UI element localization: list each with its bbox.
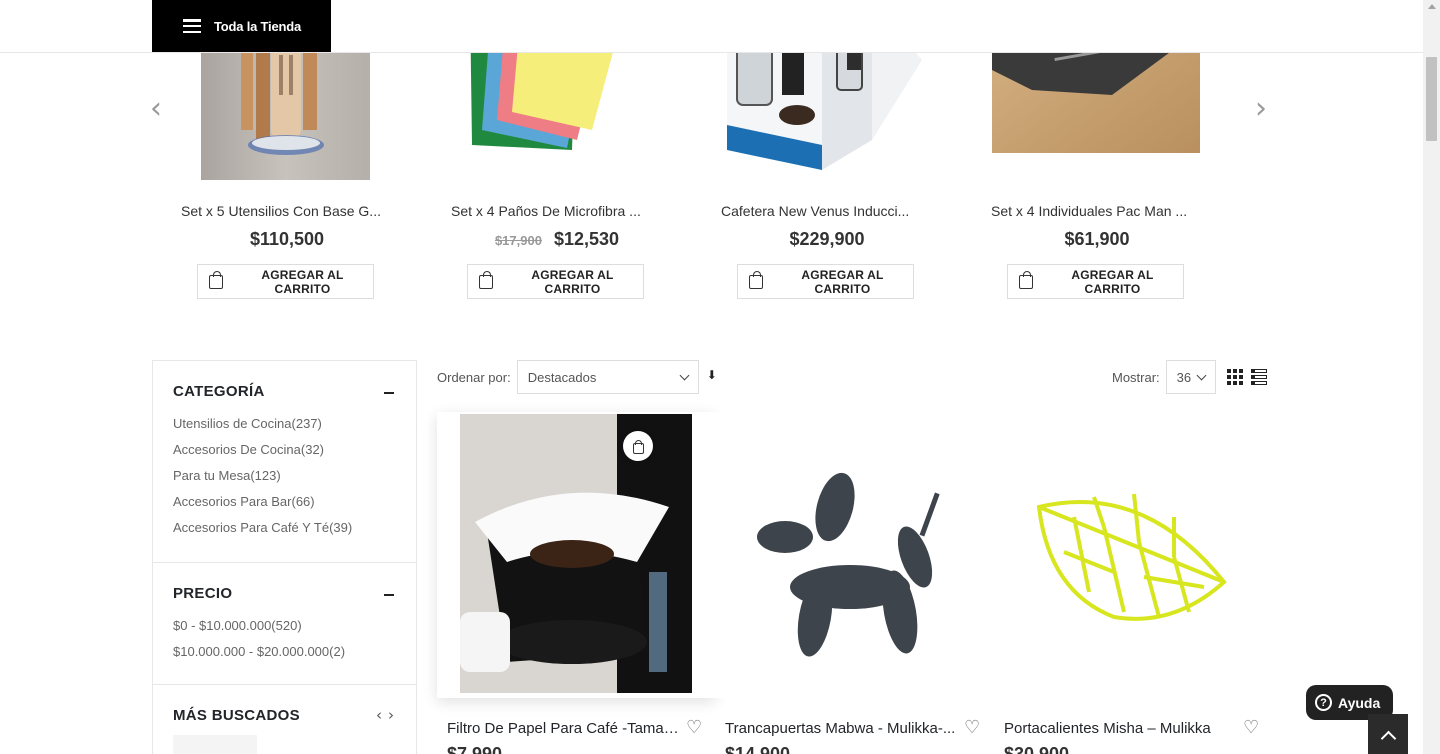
all-store-menu-button[interactable]: Toda la Tienda bbox=[152, 0, 331, 52]
page-scrollbar[interactable] bbox=[1423, 0, 1440, 754]
hamburger-icon bbox=[183, 19, 201, 33]
show-label: Mostrar: bbox=[1112, 369, 1160, 385]
carousel-item-price: $61,900 bbox=[962, 229, 1232, 250]
wishlist-heart-icon[interactable]: ♡ bbox=[964, 718, 980, 738]
chevron-right-icon[interactable]: › bbox=[388, 706, 394, 724]
price-widget: PRECIO $0 - $10.000.000(520) $10.000.000… bbox=[153, 563, 416, 685]
product-image[interactable] bbox=[994, 412, 1272, 698]
product-title[interactable]: Portacalientes Misha – Mulikka bbox=[1004, 720, 1238, 737]
back-to-top-button[interactable] bbox=[1368, 714, 1408, 754]
shopping-bag-icon bbox=[479, 270, 493, 289]
carousel-item-price: $17,900 $12,530 bbox=[422, 229, 692, 250]
product-image[interactable] bbox=[715, 412, 993, 698]
carousel-item-title[interactable]: Cafetera New Venus Inducci... bbox=[721, 203, 933, 219]
sort-direction-icon[interactable]: ⬇ bbox=[707, 368, 717, 382]
order-select[interactable]: Destacados bbox=[516, 360, 699, 394]
old-price: $17,900 bbox=[494, 233, 542, 248]
category-widget: CATEGORÍA Utensilios de Cocina(237) Acce… bbox=[153, 361, 416, 563]
filters-sidebar: CATEGORÍA Utensilios de Cocina(237) Acce… bbox=[152, 360, 417, 754]
add-to-cart-label: AGREGAR AL CARRITO bbox=[1071, 267, 1154, 296]
category-link[interactable]: Accesorios De Cocina(32) bbox=[173, 437, 396, 463]
category-link[interactable]: Para tu Mesa(123) bbox=[173, 463, 396, 489]
category-link[interactable]: Accesorios Para Bar(66) bbox=[173, 489, 396, 515]
price-value: $110,500 bbox=[249, 229, 325, 249]
price-title[interactable]: PRECIO bbox=[173, 585, 396, 602]
wishlist-heart-icon[interactable]: ♡ bbox=[1243, 718, 1259, 738]
order-value: Destacados bbox=[527, 369, 597, 385]
add-to-cart-button[interactable]: AGREGAR AL CARRITO bbox=[1007, 264, 1184, 299]
most-searched-title: MÁS BUSCADOS bbox=[173, 707, 300, 724]
category-link[interactable]: Accesorios Para Café Y Té(39) bbox=[173, 515, 396, 541]
show-value: 36 bbox=[1176, 369, 1192, 385]
add-to-cart-label: AGREGAR AL CARRITO bbox=[801, 267, 884, 296]
add-to-cart-button[interactable]: AGREGAR AL CARRITO bbox=[737, 264, 914, 299]
grid-view-icon[interactable] bbox=[1226, 368, 1244, 386]
price-range-link[interactable]: $10.000.000 - $20.000.000(2) bbox=[173, 639, 396, 665]
carousel-item-title[interactable]: Set x 4 Paños De Microfibra ... bbox=[451, 203, 663, 219]
carousel-item-price: $229,900 bbox=[692, 229, 962, 250]
price-list: $0 - $10.000.000(520) $10.000.000 - $20.… bbox=[173, 613, 396, 665]
most-searched-nav: ‹ › bbox=[370, 706, 394, 724]
category-link[interactable]: Utensilios de Cocina(237) bbox=[173, 411, 396, 437]
product-title[interactable]: Filtro De Papel Para Café -Tamañ... bbox=[447, 720, 681, 737]
show-count-select[interactable]: 36 bbox=[1165, 360, 1216, 394]
shopping-bag-icon bbox=[209, 270, 223, 289]
product-title[interactable]: Trancapuertas Mabwa - Mulikka-... bbox=[725, 720, 959, 737]
shopping-bag-icon bbox=[632, 439, 644, 454]
add-to-cart-button[interactable]: AGREGAR AL CARRITO bbox=[467, 264, 644, 299]
add-to-cart-label: AGREGAR AL CARRITO bbox=[531, 267, 614, 296]
chevron-down-icon bbox=[679, 370, 690, 380]
scroll-up-arrow-icon[interactable] bbox=[1428, 4, 1436, 9]
sort-toolbar: Ordenar por: Destacados ⬇ bbox=[437, 360, 717, 394]
all-store-label: Toda la Tienda bbox=[214, 18, 302, 34]
shopping-bag-icon bbox=[749, 270, 763, 289]
price-value: $61,900 bbox=[1064, 229, 1130, 249]
price-value: $12,530 bbox=[553, 229, 620, 249]
collapse-icon[interactable] bbox=[384, 594, 394, 596]
product-price: $7.990 bbox=[447, 744, 503, 754]
collapse-icon[interactable] bbox=[384, 392, 394, 394]
product-price: $30.900 bbox=[1004, 744, 1070, 754]
shopping-bag-icon bbox=[1019, 270, 1033, 289]
carousel-item-title[interactable]: Set x 4 Individuales Pac Man ... bbox=[991, 203, 1203, 219]
list-view-icon[interactable] bbox=[1250, 369, 1267, 385]
carousel-item-price: $110,500 bbox=[152, 229, 422, 250]
add-to-cart-button[interactable]: AGREGAR AL CARRITO bbox=[197, 264, 374, 299]
carousel-next-icon[interactable]: › bbox=[1255, 94, 1273, 124]
category-title[interactable]: CATEGORÍA bbox=[173, 383, 396, 400]
carousel-prev-icon[interactable]: ‹ bbox=[150, 94, 168, 124]
question-icon: ? bbox=[1315, 694, 1332, 711]
price-value: $229,900 bbox=[789, 229, 865, 249]
quick-add-button[interactable] bbox=[623, 431, 653, 461]
carousel-item-title[interactable]: Set x 5 Utensilios Con Base G... bbox=[181, 203, 393, 219]
category-list: Utensilios de Cocina(237) Accesorios De … bbox=[173, 411, 396, 541]
price-range-link[interactable]: $0 - $10.000.000(520) bbox=[173, 613, 396, 639]
chevron-down-icon bbox=[1196, 370, 1207, 380]
product-image[interactable] bbox=[437, 412, 715, 698]
view-toolbar: Mostrar: 36 bbox=[1112, 360, 1267, 394]
order-label: Ordenar por: bbox=[437, 369, 511, 385]
help-label: Ayuda bbox=[1338, 694, 1381, 711]
product-price: $14.900 bbox=[725, 744, 791, 754]
most-searched-widget: MÁS BUSCADOS ‹ › bbox=[153, 685, 416, 754]
most-searched-thumbnail[interactable] bbox=[173, 735, 257, 754]
add-to-cart-label: AGREGAR AL CARRITO bbox=[261, 267, 344, 296]
chevron-left-icon[interactable]: ‹ bbox=[376, 706, 382, 724]
scrollbar-thumb[interactable] bbox=[1426, 57, 1437, 141]
wishlist-heart-icon[interactable]: ♡ bbox=[686, 718, 702, 738]
